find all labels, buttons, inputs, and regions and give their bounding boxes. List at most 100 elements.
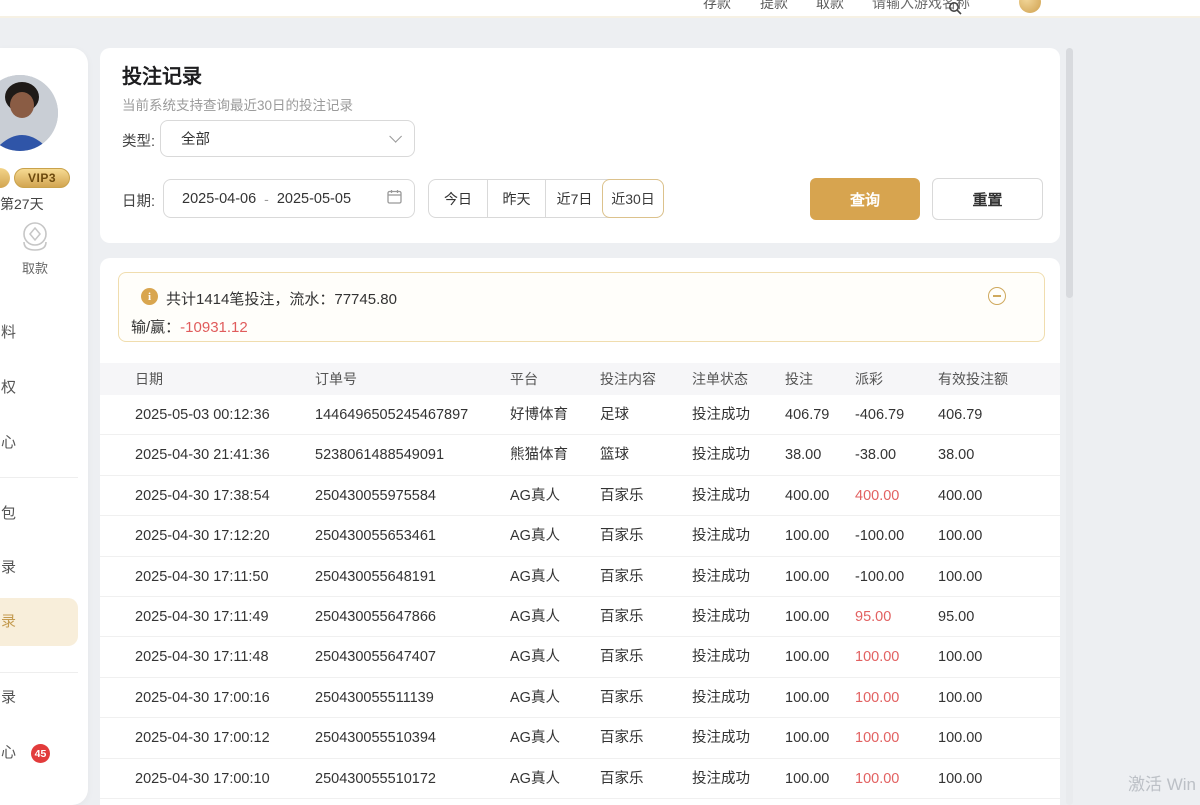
cell-date: 2025-04-30 17:00:16 (135, 678, 270, 718)
table-row: 2025-04-30 17:11:50250430055648191AG真人百家… (100, 557, 1060, 597)
cell-order: 5238061488549091 (315, 435, 444, 475)
winloss-label: 输/赢： (131, 319, 180, 336)
cell-platform: AG真人 (510, 718, 560, 758)
cell-payout: 100.00 (855, 759, 899, 799)
table-row: 2025-05-03 00:12:361446496505245467897好博… (100, 395, 1060, 435)
date-end: 2025-05-05 (277, 191, 351, 207)
cell-bet: 100.00 (785, 637, 829, 677)
quick-filter-30days[interactable]: 近30日 (602, 179, 664, 218)
cell-bet: 100.00 (785, 557, 829, 597)
cell-order: 1446496505245467897 (315, 395, 468, 435)
collapse-icon[interactable] (988, 287, 1006, 305)
type-label: 类型: (122, 130, 155, 151)
cell-date: 2025-04-30 17:11:48 (135, 637, 269, 677)
cell-bet: 400.00 (785, 476, 829, 516)
cell-platform: AG真人 (510, 759, 560, 799)
nav-item-cashout[interactable]: 取款 (816, 0, 844, 13)
cell-bet: 406.79 (785, 395, 829, 435)
quick-filter-7days[interactable]: 近7日 (545, 180, 603, 217)
cell-status: 投注成功 (692, 395, 750, 435)
table-row: 2025-04-30 21:41:365238061488549091熊猫体育篮… (100, 435, 1060, 475)
user-avatar[interactable] (0, 75, 58, 151)
header-platform: 平台 (510, 363, 538, 395)
header-payout: 派彩 (855, 363, 883, 395)
filter-panel: 投注记录 当前系统支持查询最近30日的投注记录 类型: 全部 日期: 2025-… (100, 48, 1060, 243)
cell-status: 投注成功 (692, 678, 750, 718)
cell-bet: 100.00 (785, 678, 829, 718)
type-select[interactable]: 全部 (160, 120, 415, 157)
page-subtitle: 当前系统支持查询最近30日的投注记录 (122, 94, 353, 114)
date-label: 日期: (122, 190, 155, 211)
membership-day-count: 第27天 (0, 194, 52, 214)
sidebar-item-privilege[interactable]: 权 (0, 378, 16, 398)
sidebar-item-message-center[interactable]: 心 (0, 743, 16, 763)
cell-order: 250430055510172 (315, 759, 436, 799)
cell-bet: 100.00 (785, 516, 829, 556)
cell-valid: 100.00 (938, 759, 982, 799)
cell-order: 250430055647866 (315, 597, 436, 637)
cell-content: 百家乐 (600, 678, 644, 718)
table-body: 2025-05-03 00:12:361446496505245467897好博… (100, 395, 1060, 799)
cell-order: 250430055653461 (315, 516, 436, 556)
cell-payout: -38.00 (855, 435, 896, 475)
header-order: 订单号 (315, 363, 357, 395)
table-row: 2025-04-30 17:11:49250430055647866AG真人百家… (100, 597, 1060, 637)
cell-date: 2025-04-30 17:12:20 (135, 516, 270, 556)
sidebar-item-security[interactable]: 心 (0, 433, 16, 453)
cell-payout: 400.00 (855, 476, 899, 516)
query-button[interactable]: 查询 (810, 178, 920, 220)
cell-bet: 100.00 (785, 759, 829, 799)
nav-item-withdraw[interactable]: 提款 (760, 0, 788, 13)
cell-platform: AG真人 (510, 476, 560, 516)
user-avatar-small[interactable] (1019, 0, 1041, 13)
nav-item-deposit[interactable]: 存款 (703, 0, 731, 13)
cell-order: 250430055510394 (315, 718, 436, 758)
scrollbar-track[interactable] (1066, 48, 1073, 805)
withdraw-label[interactable]: 取款 (0, 258, 70, 277)
sidebar-item-profile[interactable]: 料 (0, 323, 16, 343)
cell-valid: 100.00 (938, 718, 982, 758)
cell-valid: 100.00 (938, 637, 982, 677)
date-range-input[interactable]: 2025-04-06 - 2025-05-05 (163, 179, 415, 218)
sidebar: VIP3 第27天 取款 料 权 心 包 录 录 录 心 45 (0, 48, 88, 805)
header-status: 注单状态 (692, 363, 748, 395)
cell-date: 2025-04-30 21:41:36 (135, 435, 270, 475)
table-row: 2025-04-30 17:12:20250430055653461AG真人百家… (100, 516, 1060, 556)
search-icon[interactable] (948, 1, 962, 18)
cell-content: 百家乐 (600, 476, 644, 516)
cell-valid: 100.00 (938, 678, 982, 718)
sidebar-item-wallet[interactable]: 包 (0, 504, 16, 524)
badge-fragment (0, 168, 10, 188)
cell-valid: 100.00 (938, 516, 982, 556)
date-start: 2025-04-06 (182, 191, 256, 207)
table-row: 2025-04-30 17:00:10250430055510172AG真人百家… (100, 759, 1060, 799)
quick-filter-today[interactable]: 今日 (429, 180, 487, 217)
bet-records-panel: i 共计1414笔投注，流水：77745.80 输/赢：-10931.12 日期… (100, 258, 1060, 805)
notification-count-badge: 45 (31, 744, 50, 763)
table-row: 2025-04-30 17:00:12250430055510394AG真人百家… (100, 718, 1060, 758)
sidebar-item-deposit-record[interactable]: 录 (0, 558, 16, 578)
withdraw-icon[interactable] (16, 220, 54, 259)
cell-status: 投注成功 (692, 476, 750, 516)
table-row: 2025-04-30 17:11:48250430055647407AG真人百家… (100, 637, 1060, 677)
cell-valid: 400.00 (938, 476, 982, 516)
date-separator: - (264, 191, 269, 207)
cell-valid: 406.79 (938, 395, 982, 435)
summary-banner: i 共计1414笔投注，流水：77745.80 输/赢：-10931.12 (118, 272, 1045, 342)
sidebar-item-transaction-record[interactable]: 录 (0, 688, 16, 708)
reset-button[interactable]: 重置 (932, 178, 1043, 220)
cell-payout: -406.79 (855, 395, 904, 435)
winloss-value: -10931.12 (180, 319, 248, 336)
cell-date: 2025-04-30 17:00:10 (135, 759, 270, 799)
cell-date: 2025-04-30 17:38:54 (135, 476, 270, 516)
cell-content: 百家乐 (600, 516, 644, 556)
table-row: 2025-04-30 17:38:54250430055975584AG真人百家… (100, 476, 1060, 516)
sidebar-item-bet-record-active[interactable]: 录 (0, 612, 16, 632)
quick-filter-yesterday[interactable]: 昨天 (487, 180, 545, 217)
cell-platform: AG真人 (510, 597, 560, 637)
cell-platform: AG真人 (510, 637, 560, 677)
cell-valid: 38.00 (938, 435, 974, 475)
scrollbar-thumb[interactable] (1066, 48, 1073, 298)
sidebar-divider (0, 477, 78, 478)
cell-content: 百家乐 (600, 718, 644, 758)
